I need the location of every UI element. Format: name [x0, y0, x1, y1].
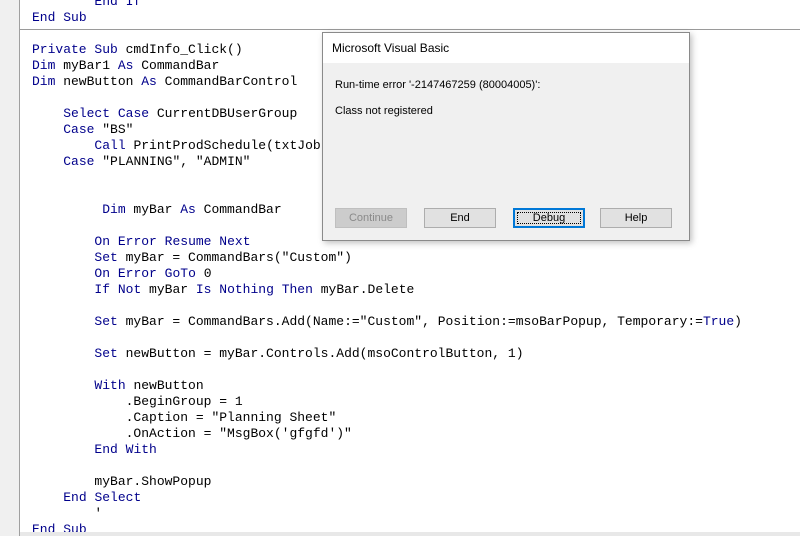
code-line[interactable]: With newButton	[32, 378, 203, 394]
code-line[interactable]: Dim newButton As CommandBarControl	[32, 74, 297, 90]
code-line[interactable]: End With	[32, 442, 156, 458]
code-line[interactable]: .BeginGroup = 1	[32, 394, 243, 410]
code-line[interactable]: Set myBar = CommandBars.Add(Name:="Custo…	[32, 314, 742, 330]
code-line[interactable]: Set newButton = myBar.Controls.Add(msoCo…	[32, 346, 523, 362]
focus-rectangle	[517, 212, 581, 224]
code-line[interactable]: If Not myBar Is Nothing Then myBar.Delet…	[32, 282, 414, 298]
code-line[interactable]: Case "BS"	[32, 122, 133, 138]
code-line[interactable]: Case "PLANNING", "ADMIN"	[32, 154, 250, 170]
code-line[interactable]: Select Case CurrentDBUserGroup	[32, 106, 297, 122]
code-line[interactable]: Dim myBar1 As CommandBar	[32, 58, 219, 74]
debug-button[interactable]: Debug	[513, 208, 585, 228]
code-line[interactable]: Private Sub cmdInfo_Click()	[32, 42, 243, 58]
code-line[interactable]: End Select	[32, 490, 141, 506]
code-line[interactable]: .Caption = "Planning Sheet"	[32, 410, 337, 426]
code-line[interactable]: '	[32, 506, 102, 522]
help-button[interactable]: Help	[600, 208, 672, 228]
error-message: Run-time error '-2147467259 (80004005)':	[335, 79, 541, 91]
code-line[interactable]: Set myBar = CommandBars("Custom")	[32, 250, 351, 266]
code-line[interactable]: End If	[32, 0, 141, 10]
error-detail: Class not registered	[335, 105, 433, 117]
horizontal-scrollbar[interactable]	[20, 532, 800, 536]
code-line[interactable]: On Error Resume Next	[32, 234, 250, 250]
code-line[interactable]: Dim myBar As CommandBar	[32, 202, 281, 218]
dialog-title: Microsoft Visual Basic	[332, 41, 450, 55]
code-line[interactable]: On Error GoTo 0	[32, 266, 211, 282]
help-label: Help	[624, 212, 648, 224]
code-line[interactable]: .OnAction = "MsgBox('gfgfd')"	[32, 426, 352, 442]
continue-label: Continue	[348, 212, 394, 224]
dialog-title-bar[interactable]: Microsoft Visual Basic	[323, 33, 689, 63]
margin-indicator-bar[interactable]	[0, 0, 20, 536]
continue-button[interactable]: Continue	[335, 208, 407, 228]
end-label: End	[450, 212, 470, 224]
procedure-separator	[20, 29, 800, 30]
end-button[interactable]: End	[424, 208, 496, 228]
code-line[interactable]: myBar.ShowPopup	[32, 474, 211, 490]
code-line[interactable]: Call PrintProdSchedule(txtJob	[32, 138, 320, 154]
error-dialog: Microsoft Visual Basic Run-time error '-…	[322, 32, 690, 241]
code-line[interactable]: End Sub	[32, 10, 87, 26]
